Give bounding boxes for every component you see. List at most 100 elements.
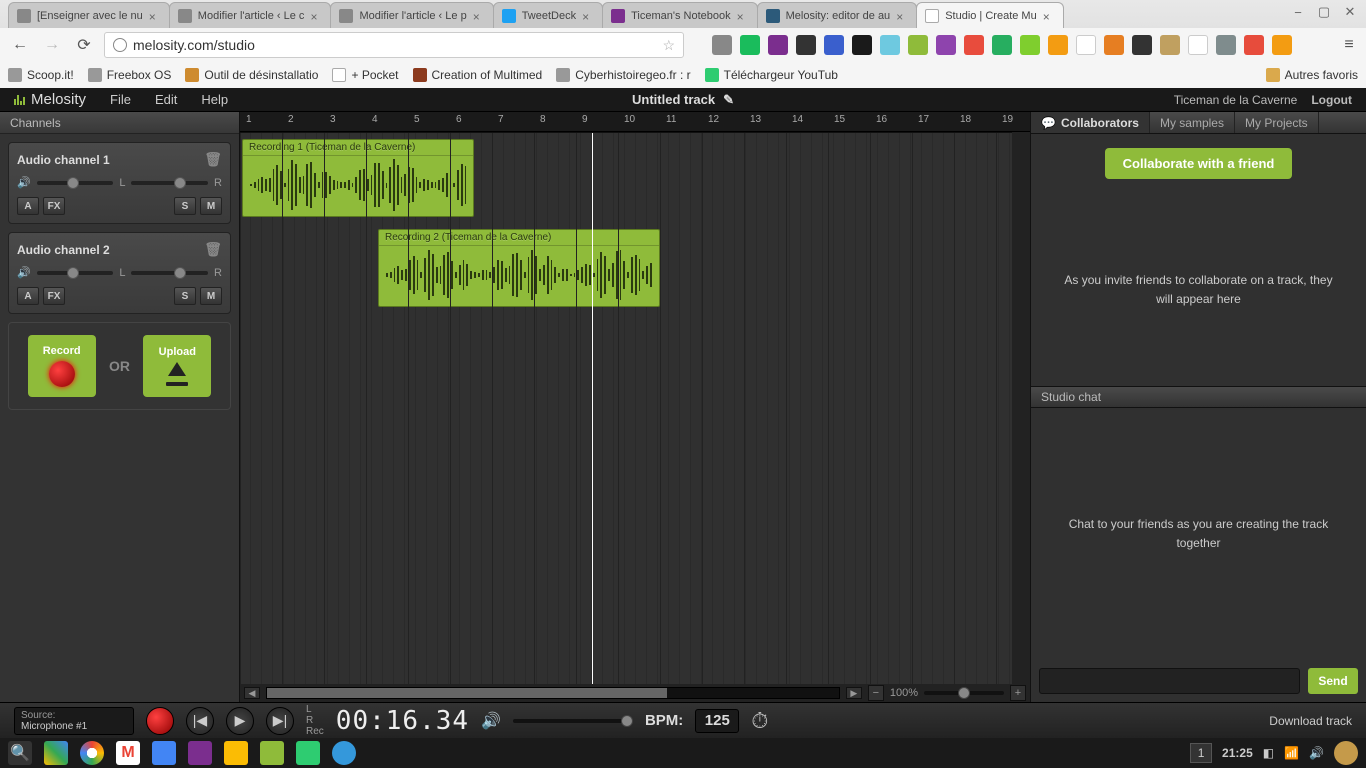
volume-slider[interactable] <box>37 271 114 275</box>
bookmark-item[interactable]: Téléchargeur YouTub <box>705 68 838 82</box>
extension-icon[interactable] <box>740 35 760 55</box>
delete-channel-icon[interactable]: 🗑 <box>204 151 222 168</box>
collaborate-button[interactable]: Collaborate with a friend <box>1105 148 1293 179</box>
extension-icon[interactable] <box>1048 35 1068 55</box>
app-logo[interactable]: Melosity <box>14 91 86 108</box>
extension-icon[interactable] <box>1216 35 1236 55</box>
files-icon[interactable] <box>332 741 356 765</box>
folder-icon[interactable] <box>224 741 248 765</box>
browser-tab-active[interactable]: Studio | Create Mu× <box>916 2 1064 28</box>
gmail-icon[interactable]: M <box>116 741 140 765</box>
record-button[interactable]: Record <box>28 335 96 397</box>
channel-a-button[interactable]: A <box>17 197 39 215</box>
extension-icon[interactable] <box>852 35 872 55</box>
tab-close-icon[interactable]: × <box>1043 10 1055 22</box>
channel-solo-button[interactable]: S <box>174 197 196 215</box>
bookmark-item[interactable]: Cyberhistoiregeo.fr : r <box>556 68 690 82</box>
bookmark-item[interactable]: Scoop.it! <box>8 68 74 82</box>
tab-close-icon[interactable]: × <box>896 10 908 22</box>
tab-close-icon[interactable]: × <box>582 10 594 22</box>
tab-close-icon[interactable]: × <box>737 10 749 22</box>
extension-icon[interactable] <box>712 35 732 55</box>
bookmark-star-icon[interactable]: ☆ <box>662 37 675 54</box>
bookmark-item[interactable]: Creation of Multimed <box>413 68 543 82</box>
extension-icon[interactable] <box>964 35 984 55</box>
ruler[interactable]: /* populated below */ 123456789101112131… <box>240 112 1030 132</box>
chat-input[interactable] <box>1039 668 1300 694</box>
extension-icon[interactable] <box>1076 35 1096 55</box>
send-button[interactable]: Send <box>1308 668 1358 694</box>
bookmark-item[interactable]: Outil de désinstallatio <box>185 68 318 82</box>
maximize-window[interactable]: ▢ <box>1316 4 1332 20</box>
play-button[interactable]: ▶ <box>226 707 254 735</box>
channel-mute-button[interactable]: M <box>200 197 222 215</box>
address-bar[interactable]: melosity.com/studio ☆ <box>104 32 684 58</box>
channel-a-button[interactable]: A <box>17 287 39 305</box>
drive-icon[interactable] <box>44 741 68 765</box>
zoom-slider[interactable] <box>924 691 1004 695</box>
extension-icon[interactable] <box>880 35 900 55</box>
extension-icon[interactable] <box>1020 35 1040 55</box>
menu-help[interactable]: Help <box>201 92 228 107</box>
browser-tab[interactable]: TweetDeck× <box>493 2 603 28</box>
chrome-icon[interactable] <box>80 741 104 765</box>
chrome-menu-icon[interactable]: ≡ <box>1340 36 1358 54</box>
master-volume-slider[interactable] <box>513 719 633 723</box>
forward-button[interactable]: → <box>40 33 64 57</box>
close-window[interactable]: ✕ <box>1342 4 1358 20</box>
channel-fx-button[interactable]: FX <box>43 197 65 215</box>
extension-icon[interactable] <box>1160 35 1180 55</box>
upload-button[interactable]: Upload <box>143 335 211 397</box>
logout-link[interactable]: Logout <box>1311 93 1352 107</box>
wifi-icon[interactable]: 📶 <box>1284 746 1299 760</box>
vertical-scrollbar[interactable] <box>1012 132 1030 684</box>
horizontal-scrollbar[interactable] <box>266 687 840 699</box>
delete-channel-icon[interactable]: 🗑 <box>204 241 222 258</box>
metronome-icon[interactable]: ⏱ <box>751 708 768 734</box>
bpm-value[interactable]: 125 <box>695 709 739 733</box>
tray-app-icon[interactable] <box>1334 741 1358 765</box>
extension-icon[interactable] <box>824 35 844 55</box>
browser-tab[interactable]: Melosity: editor de au× <box>757 2 918 28</box>
zoom-in-button[interactable]: + <box>1010 685 1026 701</box>
scroll-right-button[interactable]: ▶ <box>846 687 862 699</box>
playhead[interactable] <box>592 133 593 684</box>
search-icon[interactable]: 🔍 <box>8 741 32 765</box>
volume-slider[interactable] <box>37 181 114 185</box>
channel-solo-button[interactable]: S <box>174 287 196 305</box>
zoom-out-button[interactable]: − <box>868 685 884 701</box>
extension-icon[interactable] <box>908 35 928 55</box>
menu-file[interactable]: File <box>110 92 131 107</box>
other-bookmarks[interactable]: Autres favoris <box>1266 68 1358 82</box>
tab-close-icon[interactable]: × <box>149 10 161 22</box>
transport-record-button[interactable] <box>146 707 174 735</box>
volume-tray-icon[interactable]: 🔊 <box>1309 746 1324 760</box>
tray-icon[interactable]: ◧ <box>1263 746 1274 760</box>
extension-icon[interactable] <box>1104 35 1124 55</box>
browser-tab[interactable]: Modifier l'article ‹ Le p× <box>330 2 493 28</box>
bookmark-item[interactable]: Freebox OS <box>88 68 172 82</box>
extension-icon[interactable] <box>1188 35 1208 55</box>
edit-title-icon[interactable]: ✎ <box>723 92 734 108</box>
onenote-icon[interactable] <box>188 741 212 765</box>
minimize-window[interactable]: − <box>1290 4 1306 20</box>
pan-slider[interactable] <box>131 181 208 185</box>
browser-tab[interactable]: Modifier l'article ‹ Le c× <box>169 2 332 28</box>
docs-icon[interactable] <box>152 741 176 765</box>
tracks-area[interactable]: Recording 1 (Ticeman de la Caverne) Reco… <box>240 132 1030 684</box>
extension-icon[interactable] <box>1132 35 1152 55</box>
tab-my-samples[interactable]: My samples <box>1150 112 1235 133</box>
back-button[interactable]: ← <box>8 33 32 57</box>
extension-icon[interactable] <box>1244 35 1264 55</box>
channel-fx-button[interactable]: FX <box>43 287 65 305</box>
extension-icon[interactable] <box>796 35 816 55</box>
source-selector[interactable]: Source: Microphone #1 <box>14 707 134 735</box>
skip-start-button[interactable]: |◀ <box>186 707 214 735</box>
extension-icon[interactable] <box>768 35 788 55</box>
audio-clip[interactable]: Recording 1 (Ticeman de la Caverne) <box>242 139 474 217</box>
browser-tab[interactable]: [Enseigner avec le nu× <box>8 2 170 28</box>
bookmark-item[interactable]: + Pocket <box>332 68 398 82</box>
extension-icon[interactable] <box>992 35 1012 55</box>
extension-icon[interactable] <box>1272 35 1292 55</box>
feedly-icon[interactable] <box>296 741 320 765</box>
